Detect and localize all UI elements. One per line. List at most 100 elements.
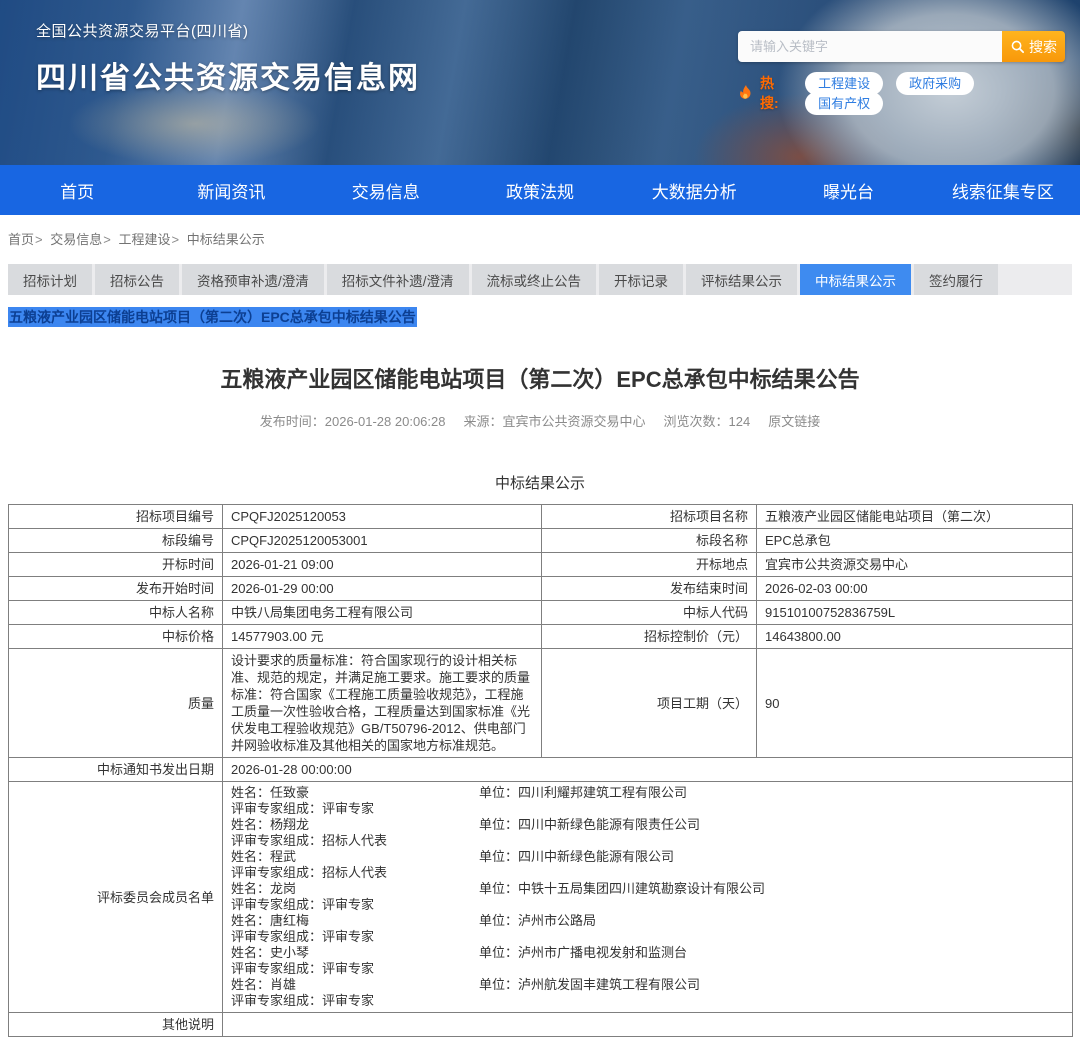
member-line-1: 姓名：杨翔龙单位：四川中新绿色能源有限责任公司 — [231, 817, 1064, 833]
tab-6[interactable]: 开标记录 — [599, 264, 683, 295]
field-value: 宜宾市公共资源交易中心 — [757, 553, 1073, 577]
tab-7[interactable]: 评标结果公示 — [686, 264, 797, 295]
table-row: 中标价格14577903.00 元招标控制价（元）14643800.00 — [9, 625, 1073, 649]
announcement-link[interactable]: 五粮液产业园区储能电站项目（第二次）EPC总承包中标结果公告 — [8, 307, 417, 327]
member-line-2: 评审专家组成：评审专家 — [231, 929, 1064, 945]
member-name: 姓名：史小琴 — [231, 945, 479, 961]
table-row: 中标通知书发出日期2026-01-28 00:00:00 — [9, 758, 1073, 782]
committee-members-cell: 姓名：任致豪单位：四川利耀邦建筑工程有限公司评审专家组成：评审专家姓名：杨翔龙单… — [223, 782, 1073, 1013]
member-role: 评审专家组成：招标人代表 — [231, 865, 479, 881]
main-nav: 首页新闻资讯交易信息政策法规大数据分析曝光台线索征集专区 — [0, 165, 1080, 215]
breadcrumb-item-3[interactable]: 工程建设 — [118, 232, 170, 247]
member-line-2: 评审专家组成：评审专家 — [231, 801, 1064, 817]
meta-segment-1: 发布时间：2026-01-28 20:06:28 — [260, 414, 446, 429]
member-role: 评审专家组成：评审专家 — [231, 897, 479, 913]
committee-member-2: 姓名：杨翔龙单位：四川中新绿色能源有限责任公司评审专家组成：招标人代表 — [231, 817, 1064, 849]
committee-member-7: 姓名：肖雄单位：泸州航发固丰建筑工程有限公司评审专家组成：评审专家 — [231, 977, 1064, 1009]
hot-search-row: 热搜: 工程建设政府采购国有产权 — [738, 73, 1065, 113]
nav-item-7[interactable]: 线索征集专区 — [926, 165, 1080, 215]
member-line-1: 姓名：肖雄单位：泸州航发固丰建筑工程有限公司 — [231, 977, 1064, 993]
field-label: 标段编号 — [9, 529, 223, 553]
hot-tag-2[interactable]: 政府采购 — [896, 72, 974, 95]
committee-member-3: 姓名：程武单位：四川中新绿色能源有限公司评审专家组成：招标人代表 — [231, 849, 1064, 881]
breadcrumb-item-2[interactable]: 交易信息 — [50, 232, 102, 247]
committee-member-6: 姓名：史小琴单位：泸州市广播电视发射和监测台评审专家组成：评审专家 — [231, 945, 1064, 977]
nav-item-5[interactable]: 大数据分析 — [617, 165, 771, 215]
committee-member-5: 姓名：唐红梅单位：泸州市公路局评审专家组成：评审专家 — [231, 913, 1064, 945]
breadcrumb-separator: > — [171, 232, 182, 247]
flame-icon — [738, 84, 754, 102]
member-unit: 单位：泸州航发固丰建筑工程有限公司 — [479, 977, 700, 993]
committee-member-1: 姓名：任致豪单位：四川利耀邦建筑工程有限公司评审专家组成：评审专家 — [231, 785, 1064, 817]
tab-5[interactable]: 流标或终止公告 — [472, 264, 597, 295]
breadcrumb-separator: > — [35, 232, 46, 247]
member-line-2: 评审专家组成：招标人代表 — [231, 865, 1064, 881]
search-button-label: 搜索 — [1029, 37, 1057, 57]
committee-member-4: 姓名：龙岗单位：中铁十五局集团四川建筑勘察设计有限公司评审专家组成：评审专家 — [231, 881, 1064, 913]
field-label: 发布结束时间 — [542, 577, 757, 601]
tab-2[interactable]: 招标公告 — [95, 264, 179, 295]
member-name: 姓名：肖雄 — [231, 977, 479, 993]
field-value: 2026-01-29 00:00 — [223, 577, 542, 601]
header-search-area: 搜索 热搜: 工程建设政府采购国有产权 — [738, 31, 1065, 113]
tab-8[interactable]: 中标结果公示 — [800, 264, 911, 295]
nav-item-1[interactable]: 首页 — [0, 165, 154, 215]
field-label: 中标人代码 — [542, 601, 757, 625]
member-role: 评审专家组成：评审专家 — [231, 961, 479, 977]
hot-tag-3[interactable]: 国有产权 — [805, 92, 883, 115]
field-value: 设计要求的质量标准：符合国家现行的设计相关标准、规范的规定，并满足施工要求。施工… — [223, 649, 542, 758]
field-label: 中标人名称 — [9, 601, 223, 625]
member-role: 评审专家组成：评审专家 — [231, 993, 479, 1009]
field-value: 2026-01-21 09:00 — [223, 553, 542, 577]
hot-search-tags: 工程建设政府采购国有产权 — [805, 73, 1065, 113]
field-value: 中铁八局集团电务工程有限公司 — [223, 601, 542, 625]
field-value: CPQFJ2025120053 — [223, 505, 542, 529]
member-unit: 单位：泸州市广播电视发射和监测台 — [479, 945, 687, 961]
meta-segment-4[interactable]: 原文链接 — [768, 414, 820, 429]
table-row: 标段编号CPQFJ2025120053001标段名称EPC总承包 — [9, 529, 1073, 553]
member-line-2: 评审专家组成：招标人代表 — [231, 833, 1064, 849]
member-line-1: 姓名：史小琴单位：泸州市广播电视发射和监测台 — [231, 945, 1064, 961]
search-input[interactable] — [738, 31, 1002, 62]
tab-9[interactable]: 签约履行 — [914, 264, 998, 295]
member-name: 姓名：唐红梅 — [231, 913, 479, 929]
announcement-listing: 五粮液产业园区储能电站项目（第二次）EPC总承包中标结果公告 — [8, 307, 1072, 327]
nav-item-4[interactable]: 政策法规 — [463, 165, 617, 215]
nav-item-2[interactable]: 新闻资讯 — [154, 165, 308, 215]
field-value: 2026-01-28 00:00:00 — [223, 758, 1073, 782]
member-line-2: 评审专家组成：评审专家 — [231, 897, 1064, 913]
member-line-1: 姓名：龙岗单位：中铁十五局集团四川建筑勘察设计有限公司 — [231, 881, 1064, 897]
table-row: 评标委员会成员名单姓名：任致豪单位：四川利耀邦建筑工程有限公司评审专家组成：评审… — [9, 782, 1073, 1013]
breadcrumb-item-1[interactable]: 首页 — [8, 232, 34, 247]
member-name: 姓名：杨翔龙 — [231, 817, 479, 833]
field-value: 91510100752836759L — [757, 601, 1073, 625]
field-label: 项目工期（天） — [542, 649, 757, 758]
article-meta: 发布时间：2026-01-28 20:06:28来源：宜宾市公共资源交易中心浏览… — [0, 411, 1080, 430]
tab-3[interactable]: 资格预审补遗/澄清 — [182, 264, 324, 295]
nav-item-6[interactable]: 曝光台 — [771, 165, 925, 215]
tab-strip: 招标计划招标公告资格预审补遗/澄清招标文件补遗/澄清流标或终止公告开标记录评标结… — [8, 264, 1072, 295]
field-value: 14577903.00 元 — [223, 625, 542, 649]
tab-1[interactable]: 招标计划 — [8, 264, 92, 295]
table-row: 质量设计要求的质量标准：符合国家现行的设计相关标准、规范的规定，并满足施工要求。… — [9, 649, 1073, 758]
member-role: 评审专家组成：评审专家 — [231, 801, 479, 817]
breadcrumb-item-4[interactable]: 中标结果公示 — [187, 232, 265, 247]
field-label: 发布开始时间 — [9, 577, 223, 601]
field-label: 招标控制价（元） — [542, 625, 757, 649]
section-title: 中标结果公示 — [0, 472, 1080, 493]
member-line-2: 评审专家组成：评审专家 — [231, 961, 1064, 977]
site-title: 四川省公共资源交易信息网 — [36, 53, 420, 97]
search-button[interactable]: 搜索 — [1002, 31, 1065, 62]
page: 全国公共资源交易平台(四川省) 四川省公共资源交易信息网 搜索 热搜: 工程建设… — [0, 0, 1080, 1037]
field-label: 招标项目编号 — [9, 505, 223, 529]
member-role: 评审专家组成：招标人代表 — [231, 833, 479, 849]
member-unit: 单位：泸州市公路局 — [479, 913, 596, 929]
field-value: 14643800.00 — [757, 625, 1073, 649]
nav-item-3[interactable]: 交易信息 — [309, 165, 463, 215]
member-line-1: 姓名：任致豪单位：四川利耀邦建筑工程有限公司 — [231, 785, 1064, 801]
tab-4[interactable]: 招标文件补遗/澄清 — [327, 264, 469, 295]
field-label: 中标价格 — [9, 625, 223, 649]
hot-search-label: 热搜: — [760, 73, 791, 113]
member-name: 姓名：程武 — [231, 849, 479, 865]
site-header: 全国公共资源交易平台(四川省) 四川省公共资源交易信息网 搜索 热搜: 工程建设… — [0, 0, 1080, 165]
